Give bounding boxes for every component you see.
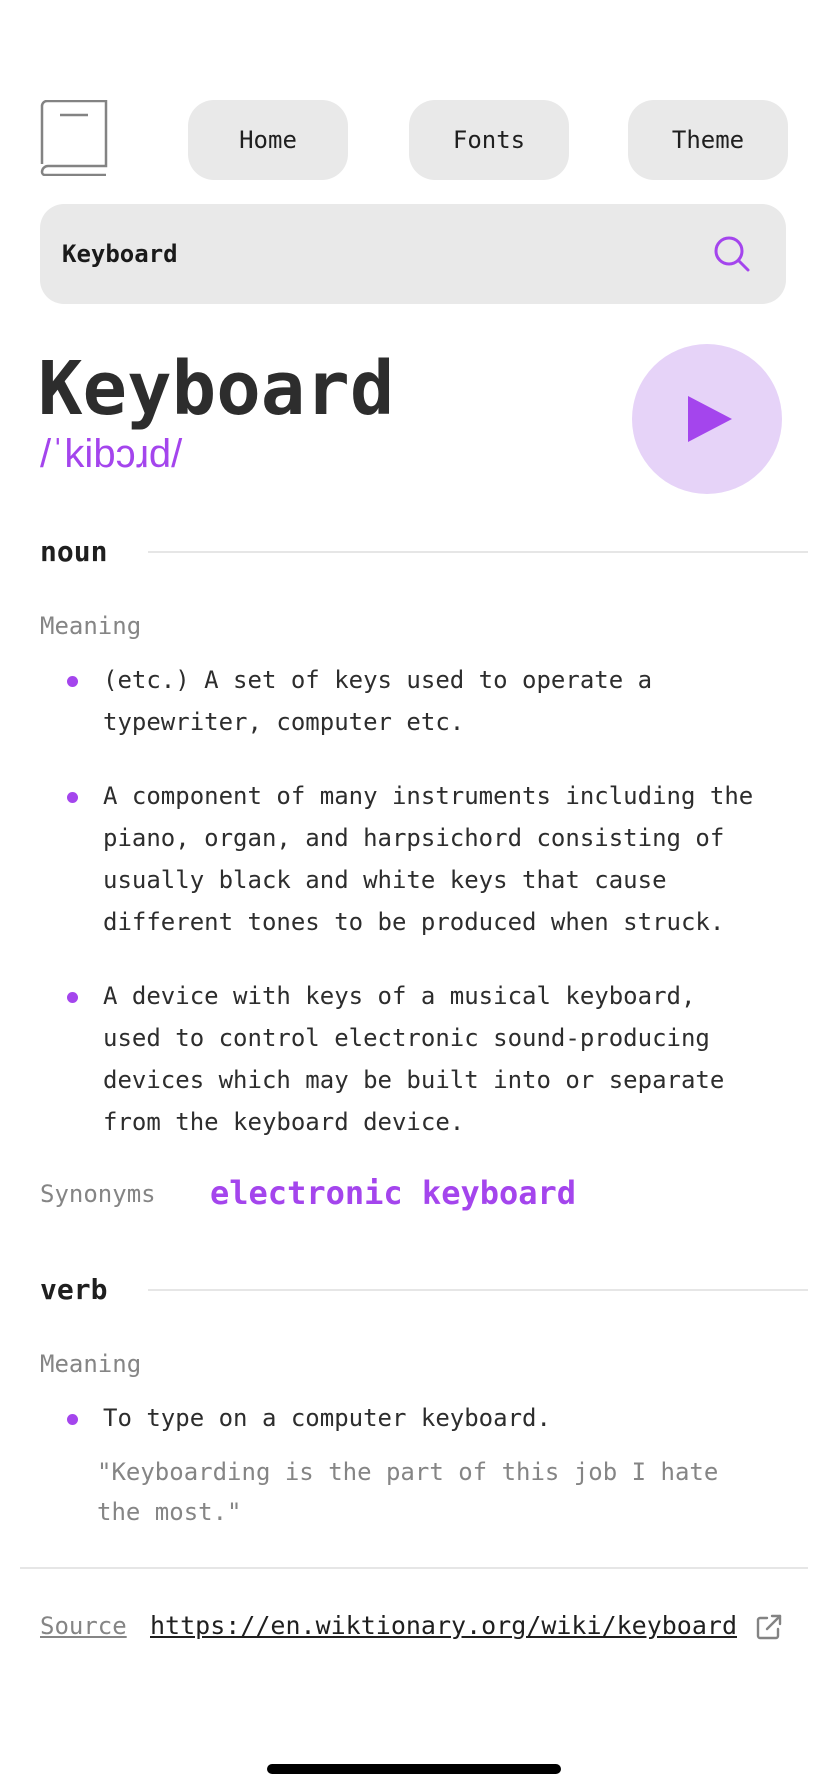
meaning-label: Meaning xyxy=(40,1350,142,1378)
divider xyxy=(148,1289,808,1291)
source-link[interactable]: https://en.wiktionary.org/wiki/keyboard xyxy=(150,1608,737,1644)
search-icon[interactable] xyxy=(712,234,752,274)
book-logo-icon xyxy=(40,99,108,177)
bullet-icon xyxy=(67,1414,78,1425)
play-icon xyxy=(688,396,732,442)
synonym-link[interactable]: electronic keyboard xyxy=(210,1173,576,1213)
bullet-icon xyxy=(67,992,78,1003)
definition-text: A device with keys of a musical keyboard… xyxy=(103,982,725,1136)
bullet-icon xyxy=(67,676,78,687)
divider xyxy=(148,551,808,553)
definition-text: (etc.) A set of keys used to operate a t… xyxy=(103,666,653,736)
phonetic: /ˈkibɔɹd/ xyxy=(40,432,183,476)
pos-noun: noun xyxy=(40,535,108,568)
example-quote: "Keyboarding is the part of this job I h… xyxy=(97,1458,719,1526)
noun-definition-list: (etc.) A set of keys used to operate a t… xyxy=(0,659,828,1175)
pos-verb: verb xyxy=(40,1273,108,1306)
external-link-icon[interactable] xyxy=(756,1614,782,1640)
definition-text: A component of many instruments includin… xyxy=(103,782,754,936)
theme-button[interactable]: Theme xyxy=(628,100,788,180)
home-indicator xyxy=(267,1764,561,1774)
definition-text: To type on a computer keyboard. xyxy=(103,1404,551,1432)
bullet-icon xyxy=(67,792,78,803)
definition-item: (etc.) A set of keys used to operate a t… xyxy=(0,659,763,743)
home-button[interactable]: Home xyxy=(188,100,348,180)
play-pronunciation-button[interactable] xyxy=(632,344,782,494)
fonts-button[interactable]: Fonts xyxy=(409,100,569,180)
source-label: Source xyxy=(40,1612,127,1640)
definition-item: To type on a computer keyboard. xyxy=(0,1397,763,1439)
word-title: Keyboard xyxy=(38,346,395,432)
search-input[interactable] xyxy=(62,204,662,304)
definition-item: A device with keys of a musical keyboard… xyxy=(0,975,763,1143)
search-bar xyxy=(40,204,786,304)
divider xyxy=(20,1567,808,1569)
definition-item: A component of many instruments includin… xyxy=(0,775,763,943)
meaning-label: Meaning xyxy=(40,612,142,640)
synonyms-label: Synonyms xyxy=(40,1180,156,1208)
